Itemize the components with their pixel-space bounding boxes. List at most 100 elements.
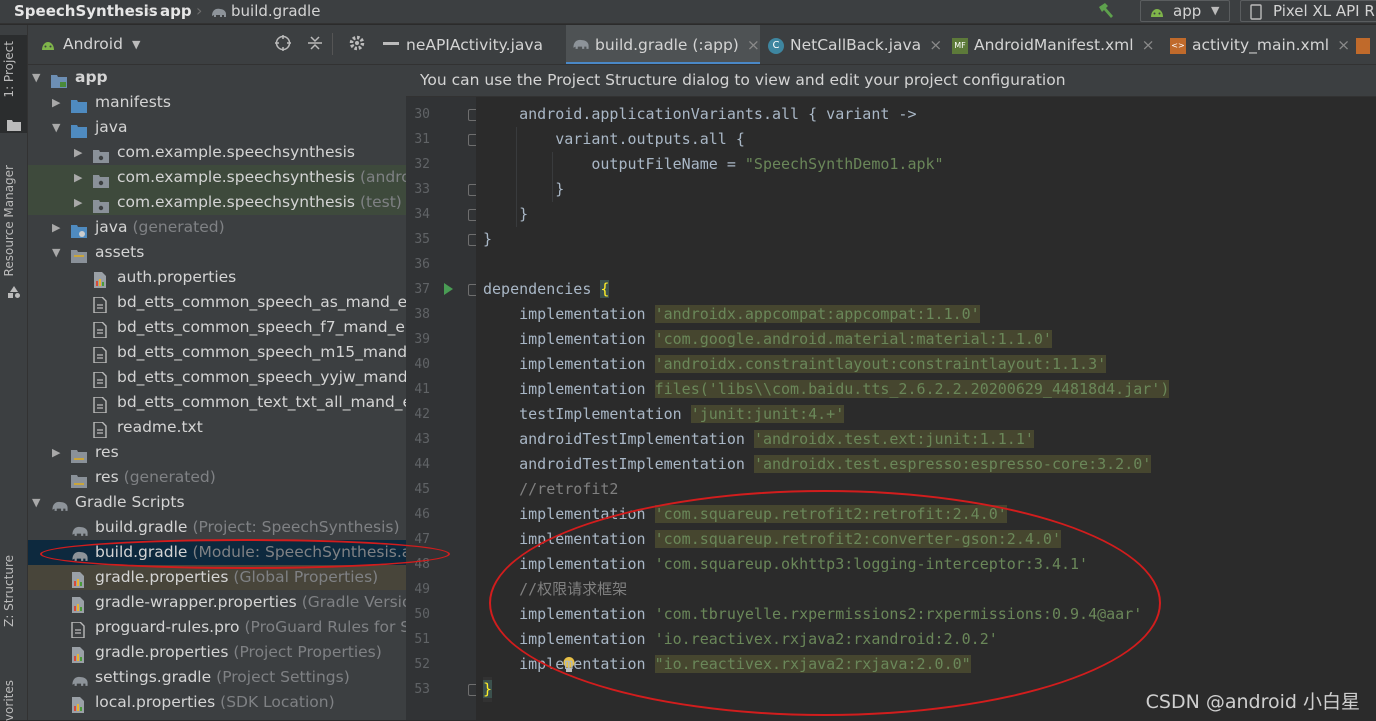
tree-item[interactable]: proguard-rules.pro(ProGuard Rules for Sp… — [28, 615, 406, 640]
tree-item-label: bd_etts_common_speech_f7_mand_eng_high_a… — [117, 318, 406, 336]
code-line[interactable]: //retrofit2 — [483, 477, 618, 502]
code-line[interactable]: androidTestImplementation 'androidx.test… — [483, 427, 1034, 452]
tree-item[interactable]: res (generated) — [28, 465, 406, 490]
code-line[interactable]: implementation 'androidx.constraintlayou… — [483, 352, 1107, 377]
breadcrumb-module[interactable]: app — [160, 0, 192, 22]
collapse-all-icon[interactable] — [307, 34, 323, 56]
minimize-icon[interactable] — [383, 42, 399, 45]
close-icon[interactable]: × — [1337, 36, 1350, 54]
locate-target-icon[interactable] — [274, 34, 292, 56]
gear-icon[interactable] — [348, 34, 366, 56]
chevron-right-icon[interactable]: ▶ — [52, 90, 60, 115]
tree-item-label: bd_etts_common_speech_yyjw_mand_eng_high… — [117, 368, 406, 386]
close-icon[interactable]: × — [929, 36, 942, 54]
tree-item-label: gradle.properties — [95, 568, 229, 586]
chevron-right-icon[interactable]: ▶ — [52, 440, 60, 465]
text-file-icon — [93, 371, 109, 389]
project-panel: Android ▼ ▼ app ▶ manifests ▼ java ▶ com.exampl… — [28, 25, 406, 720]
tree-item[interactable]: ▼ java — [28, 115, 406, 140]
favorites-tab[interactable]: vorites — [2, 680, 16, 721]
tree-item[interactable]: ▶ com.example.speechsynthesis(androidTest… — [28, 165, 406, 190]
tree-item[interactable]: bd_etts_common_speech_as_mand_eng_high_a… — [28, 290, 406, 315]
code-line[interactable]: android.applicationVariants.all { varian… — [483, 102, 916, 127]
assets-folder-icon — [71, 246, 87, 263]
close-icon[interactable]: × — [1142, 36, 1155, 54]
tree-item[interactable]: build.gradle (Project: SpeechSynthesis) — [28, 515, 406, 540]
code-line[interactable]: } — [483, 202, 528, 227]
build-hammer-icon[interactable] — [1096, 1, 1116, 25]
code-line[interactable]: testImplementation 'junit:junit:4.+' — [483, 402, 845, 427]
tree-item-label: build.gradle — [95, 518, 188, 536]
run-gutter-icon[interactable] — [444, 283, 453, 295]
code-line[interactable]: dependencies { — [483, 277, 610, 302]
code-line[interactable]: implementation 'com.google.android.mater… — [483, 327, 1052, 352]
editor-gutter[interactable]: 30 31 32 33 34 35 36 37 38 39 40 41 42 43 44 45 46 47 48 49… — [406, 97, 480, 720]
properties-file-icon — [71, 596, 87, 613]
tree-item[interactable]: auth.properties — [28, 265, 406, 290]
device-select[interactable]: Pixel XL API R — [1240, 0, 1376, 22]
layout-xml-icon — [1356, 37, 1370, 54]
tree-item[interactable]: ▶ com.example.speechsynthesis — [28, 140, 406, 165]
gradle-elephant-icon — [572, 26, 590, 65]
chevron-down-icon[interactable]: ▼ — [52, 115, 60, 140]
tab-overflow[interactable] — [1356, 25, 1376, 64]
code-line[interactable]: } — [483, 677, 493, 702]
tab-activity-main-xml[interactable]: <> activity_main.xml × — [1170, 25, 1355, 64]
tree-item[interactable]: bd_etts_common_speech_f7_mand_eng_high_a… — [28, 315, 406, 340]
tree-item[interactable]: bd_etts_common_speech_m15_mand_eng_high_… — [28, 340, 406, 365]
android-icon — [1149, 4, 1165, 24]
line-number: 40 — [414, 357, 430, 372]
chevron-down-icon[interactable]: ▼ — [52, 240, 60, 265]
project-view-selector[interactable]: Android — [63, 35, 123, 53]
tree-item-label: manifests — [95, 93, 171, 111]
resource-manager-tab[interactable]: Resource Manager — [2, 165, 16, 276]
close-icon[interactable]: × — [747, 36, 760, 54]
code-token: } — [483, 680, 493, 698]
indent-guide — [516, 127, 517, 227]
breadcrumb-separator: › — [146, 1, 153, 20]
tree-item[interactable]: ▼ assets — [28, 240, 406, 265]
tree-item[interactable]: readme.txt — [28, 415, 406, 440]
breadcrumb-project[interactable]: SpeechSynthesis — [14, 0, 158, 22]
tree-item[interactable]: ▶ java (generated) — [28, 215, 406, 240]
code-line[interactable]: } — [483, 227, 492, 252]
tab-netcallback-java[interactable]: C NetCallBack.java × — [768, 25, 948, 64]
chevron-right-icon[interactable]: ▶ — [74, 165, 82, 190]
resource-manager-icon — [7, 285, 21, 303]
tree-item[interactable]: gradle-wrapper.properties(Gradle Version… — [28, 590, 406, 615]
run-config-select[interactable]: app ▼ — [1140, 0, 1230, 22]
code-line[interactable]: implementation 'androidx.appcompat:appco… — [483, 302, 980, 327]
tree-item-label: bd_etts_common_speech_m15_mand_eng_high_… — [117, 343, 406, 361]
tree-item[interactable]: bd_etts_common_text_txt_all_mand_eng_mid… — [28, 390, 406, 415]
structure-tab[interactable]: Z: Structure — [2, 555, 16, 627]
chevron-right-icon[interactable]: ▶ — [52, 215, 60, 240]
indent-guide — [552, 152, 553, 202]
project-tool-tab[interactable]: 1: Project — [0, 35, 27, 133]
tree-item[interactable]: ▶ manifests — [28, 90, 406, 115]
annotation-ellipse — [489, 490, 1161, 716]
chevron-down-icon[interactable]: ▼ — [32, 490, 40, 515]
chevron-down-icon[interactable]: ▼ — [132, 38, 140, 51]
chevron-right-icon[interactable]: ▶ — [74, 140, 82, 165]
tree-item[interactable]: ▶ res — [28, 440, 406, 465]
project-tool-label: 1: Project — [2, 41, 16, 98]
tab-activity-java[interactable]: neAPIActivity.java — [406, 25, 566, 64]
code-line[interactable]: androidTestImplementation 'androidx.test… — [483, 452, 1152, 477]
tree-item[interactable]: settings.gradle (Project Settings) — [28, 665, 406, 690]
tree-item[interactable]: ▼ app — [28, 65, 406, 90]
chevron-down-icon[interactable]: ▼ — [32, 65, 40, 90]
tree-item[interactable]: bd_etts_common_speech_yyjw_mand_eng_high… — [28, 365, 406, 390]
chevron-right-icon[interactable]: ▶ — [74, 190, 82, 215]
tree-item[interactable]: gradle.properties (Project Properties) — [28, 640, 406, 665]
code-line[interactable]: variant.outputs.all { — [483, 127, 745, 152]
tree-item[interactable]: ▼ Gradle Scripts — [28, 490, 406, 515]
tab-build-gradle-app[interactable]: build.gradle (:app) × — [566, 25, 760, 65]
tree-item[interactable]: local.properties (SDK Location) — [28, 690, 406, 715]
breadcrumb-file[interactable]: build.gradle — [231, 0, 320, 22]
tree-item[interactable]: ▶ com.example.speechsynthesis (test) — [28, 190, 406, 215]
tree-item-suffix: (test) — [359, 193, 402, 211]
tab-android-manifest[interactable]: MF AndroidManifest.xml × — [952, 25, 1170, 64]
code-line[interactable]: implementation files('libs\\com.baidu.tt… — [483, 377, 1170, 402]
project-structure-banner[interactable]: You can use the Project Structure dialog… — [406, 65, 1376, 97]
code-token: 'androidx.test.espresso:espresso-core:3.… — [753, 455, 1152, 473]
